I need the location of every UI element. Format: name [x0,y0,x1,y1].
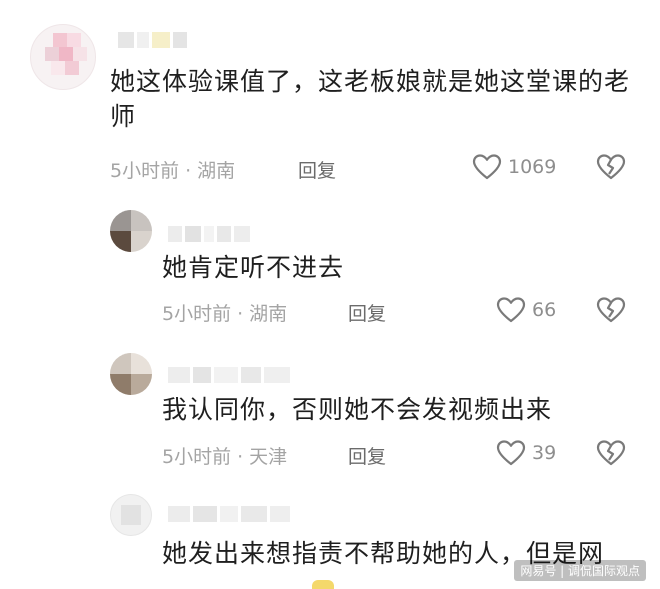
comment-text: 她这体验课值了，这老板娘就是她这堂课的老师 [110,67,631,131]
heart-outline-icon [496,297,526,323]
like-button[interactable]: 1069 [472,153,556,181]
comment-text: 她肯定听不进去 [162,253,345,282]
username-blurred[interactable] [168,226,250,242]
separator-dot: · [185,160,192,182]
avatar[interactable] [30,24,96,90]
username-blurred[interactable] [168,367,290,383]
like-button[interactable]: 66 [496,296,556,324]
like-count: 39 [532,442,557,464]
comment-2: 她肯定听不进去 5小时前 · 湖南 回复 66 [0,200,660,340]
reply-button[interactable]: 回复 [298,156,336,183]
heart-outline-icon [472,154,502,180]
timestamp: 5小时前 [110,160,180,182]
broken-heart-icon [596,440,626,466]
avatar[interactable] [110,353,152,395]
watermark: 网易号 | 调侃国际观点 [514,560,646,581]
dislike-button[interactable] [596,439,626,471]
comment-text: 我认同你，否则她不会发视频出来 [162,395,553,424]
reply-button[interactable]: 回复 [348,299,386,326]
broken-heart-icon [596,154,626,180]
comment-3: 我认同你，否则她不会发视频出来 5小时前 · 天津 回复 39 [0,345,660,485]
username-blurred[interactable] [118,32,187,48]
separator-dot: · [237,303,244,325]
username-blurred[interactable] [168,506,290,522]
location: 湖南 [249,303,288,325]
heart-outline-icon [496,440,526,466]
clapping-hands-emoji [312,580,334,589]
dislike-button[interactable] [596,153,626,185]
comment-meta: 5小时前 · 湖南 [162,299,287,326]
broken-heart-icon [596,297,626,323]
avatar[interactable] [110,210,152,252]
location: 天津 [249,446,288,468]
location: 湖南 [197,160,236,182]
like-count: 1069 [508,156,557,178]
like-count: 66 [532,299,557,321]
comment-1: 她这体验课值了，这老板娘就是她这堂课的老师 5小时前 · 湖南 回复 1069 [0,0,660,190]
separator-dot: · [237,446,244,468]
comment-meta: 5小时前 · 天津 [162,442,287,469]
timestamp: 5小时前 [162,303,232,325]
timestamp: 5小时前 [162,446,232,468]
comment-meta: 5小时前 · 湖南 [110,156,235,183]
reply-button[interactable]: 回复 [348,442,386,469]
dislike-button[interactable] [596,296,626,328]
avatar[interactable] [110,494,152,536]
like-button[interactable]: 39 [496,439,556,467]
